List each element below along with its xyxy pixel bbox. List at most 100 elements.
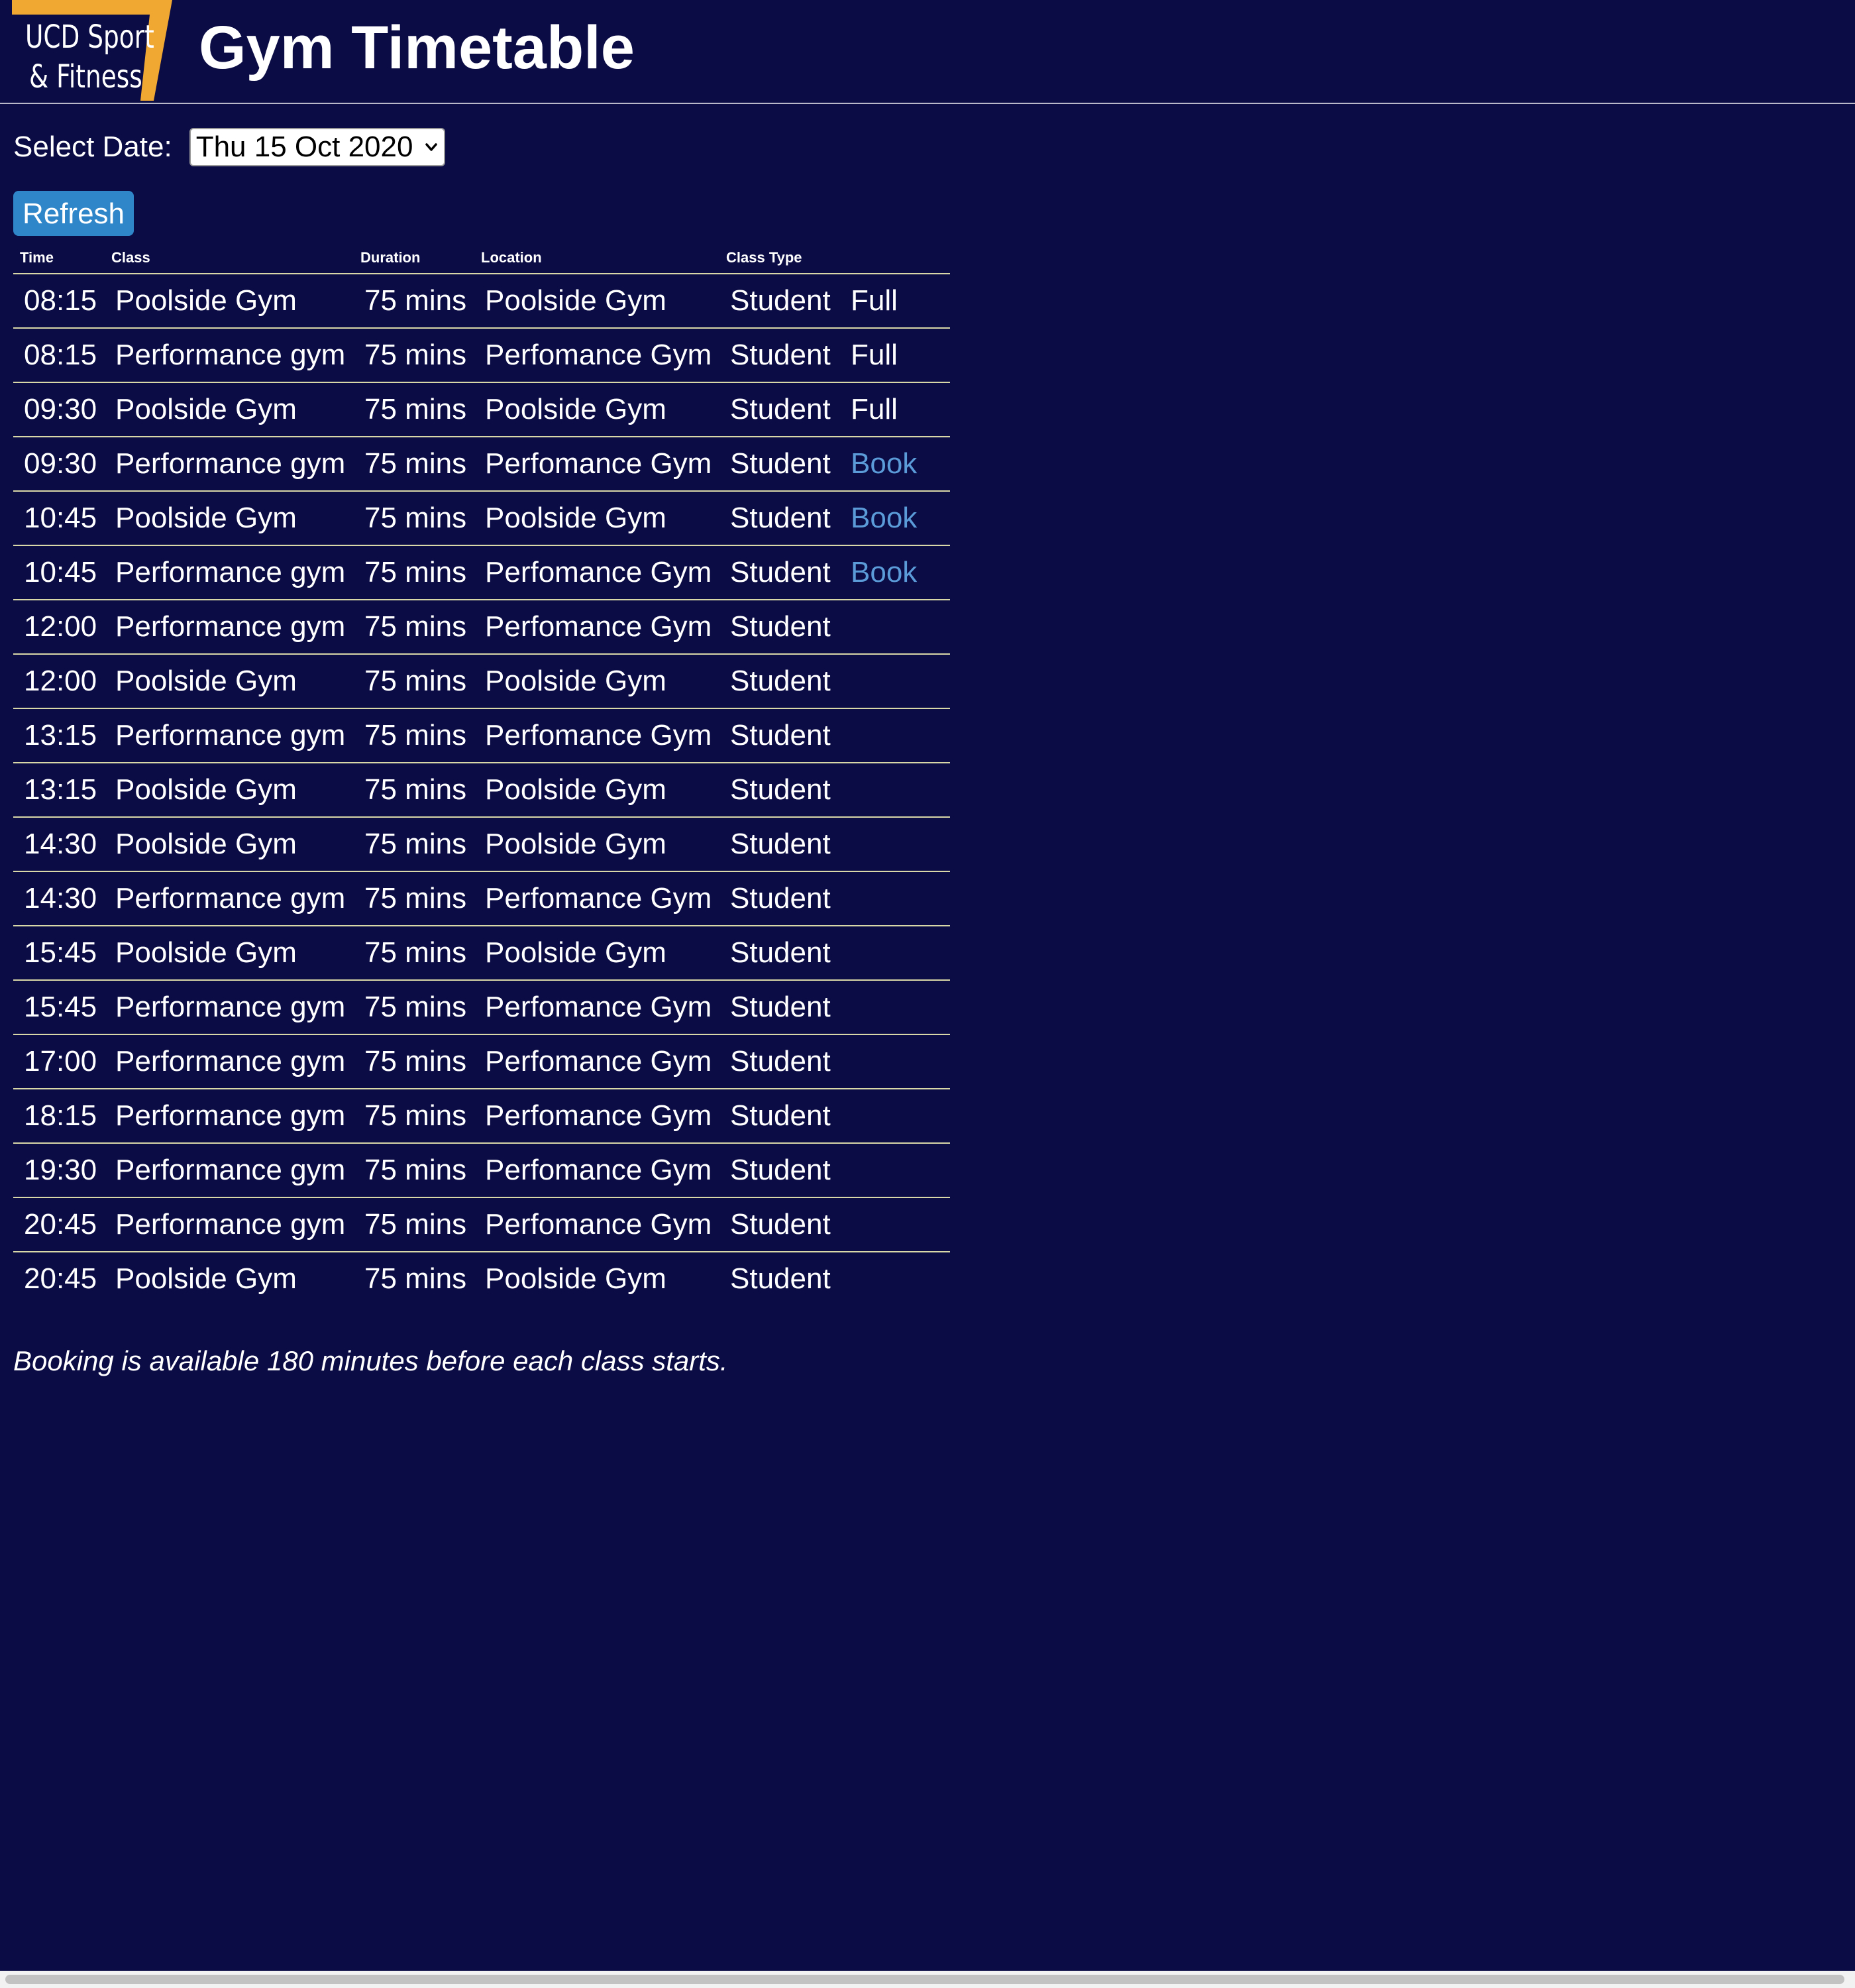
cell-class: Performance gym (105, 1034, 354, 1089)
cell-class-type: Student (719, 1089, 840, 1144)
table-row: 15:45 Poolside Gym 75 mins Poolside Gym Stud… (13, 926, 950, 981)
cell-time: 17:00 (13, 1034, 105, 1089)
cell-location: Poolside Gym (485, 1262, 666, 1295)
cell-time: 09:30 (13, 437, 105, 492)
cell-duration: 75 mins (354, 437, 474, 492)
date-filter: Select Date: Thu 15 Oct 2020 (13, 127, 445, 167)
cell-class: Performance gym (105, 1143, 354, 1198)
cell-duration: 75 mins (354, 763, 474, 818)
ucd-sport-logo[interactable]: UCD Sport & Fitness (12, 0, 172, 101)
cell-duration: 75 mins (354, 600, 474, 655)
cell-location: Perfomance Gym (474, 1143, 719, 1198)
book-link[interactable]: Book (851, 447, 917, 480)
cell-location: Poolside Gym (474, 274, 719, 329)
cell-location: Poolside Gym (474, 491, 719, 546)
cell-class: Poolside Gym (105, 763, 354, 818)
cell-class: Performance gym (105, 328, 354, 383)
cell-status: Book (840, 437, 950, 492)
cell-class: Performance gym (105, 871, 354, 926)
table-row: 12:00 Poolside Gym 75 mins Poolside Gym Stud… (13, 654, 950, 709)
cell-duration: 75 mins (354, 817, 474, 872)
column-header-class: Class (105, 243, 354, 274)
cell-class: Poolside Gym (115, 1262, 297, 1295)
cell-location: Poolside Gym (474, 654, 719, 709)
cell-class-type: Student (719, 763, 840, 818)
date-select[interactable]: Thu 15 Oct 2020 (189, 128, 445, 166)
horizontal-scrollbar[interactable] (0, 1971, 1855, 1988)
table-row: 17:00 Performance gym 75 mins Perfomance Gy… (13, 1034, 950, 1089)
cell-status (840, 817, 950, 872)
cell-location: Perfomance Gym (474, 600, 719, 655)
cell-class: Performance gym (105, 708, 354, 763)
cell-time: 09:30 (13, 382, 105, 437)
cell-duration: 75 mins (354, 708, 474, 763)
cell-class-type: Student (719, 980, 840, 1035)
logo-text-line1: UCD Sport (25, 19, 154, 56)
cell-time: 12:00 (13, 600, 105, 655)
refresh-button[interactable]: Refresh (13, 191, 134, 236)
cell-time: 14:30 (13, 817, 105, 872)
table-row: 19:30 Performance gym 75 mins Perfomance Gy… (13, 1143, 950, 1198)
cell-location: Poolside Gym (474, 763, 719, 818)
cell-status (840, 1089, 950, 1144)
cell-status (840, 1197, 950, 1252)
cell-class-type: Student (719, 1143, 840, 1198)
cell-status (840, 871, 950, 926)
table-row: 08:15 Performance gym 75 mins Perfomance Gy… (13, 328, 950, 383)
book-link[interactable]: Book (851, 502, 917, 534)
page-title: Gym Timetable (199, 14, 635, 82)
cell-class: Performance gym (105, 437, 354, 492)
cell-class-type: Student (719, 1197, 840, 1252)
cell-time: 08:15 (13, 328, 105, 383)
table-row: 18:15 Performance gym 75 mins Perfomance Gy… (13, 1089, 950, 1144)
cell-duration: 75 mins (354, 871, 474, 926)
table-body: 08:15 Poolside Gym 75 mins Poolside Gym Stud… (13, 274, 950, 1305)
cell-class: Performance gym (105, 545, 354, 600)
cell-status (840, 600, 950, 655)
cell-duration: 75 mins (354, 980, 474, 1035)
cell-duration: 75 mins (354, 654, 474, 709)
cell-time: 18:15 (13, 1089, 105, 1144)
cell-status: Book (840, 545, 950, 600)
cell-class-type: Student (719, 817, 840, 872)
book-link[interactable]: Book (851, 556, 917, 588)
cell-location: Perfomance Gym (474, 1034, 719, 1089)
cell-status (840, 1252, 950, 1305)
cell-class-type: Student (719, 600, 840, 655)
column-header-location: Location (474, 243, 719, 274)
cell-time: 10:45 (13, 491, 105, 546)
cell-status (840, 654, 950, 709)
column-header-time: Time (13, 243, 105, 274)
cell-duration: 75 mins (354, 926, 474, 981)
date-select-value: Thu 15 Oct 2020 (195, 131, 413, 163)
table-row: 09:30 Poolside Gym 75 mins Poolside Gym Stud… (13, 382, 950, 437)
cell-status: Full (840, 328, 950, 383)
cell-status: Book (840, 491, 950, 546)
cell-location: Perfomance Gym (474, 1089, 719, 1144)
date-label: Select Date: (13, 131, 172, 163)
table-row: 08:15 Poolside Gym 75 mins Poolside Gym Stud… (13, 274, 950, 329)
cell-class: Poolside Gym (105, 491, 354, 546)
cell-status (840, 763, 950, 818)
cell-class-type: Student (719, 871, 840, 926)
cell-class-type: Student (719, 708, 840, 763)
cell-location: Perfomance Gym (474, 871, 719, 926)
cell-time: 15:45 (13, 980, 105, 1035)
cell-time: 13:15 (13, 763, 105, 818)
cell-class: Poolside Gym (105, 926, 354, 981)
cell-class-type: Student (719, 328, 840, 383)
cell-status: Full (840, 382, 950, 437)
cell-time: 08:15 (13, 274, 105, 329)
table-row: 12:00 Performance gym 75 mins Perfomance Gy… (13, 600, 950, 655)
cell-status (840, 980, 950, 1035)
scrollbar-thumb[interactable] (5, 1975, 1844, 1984)
cell-duration: 75 mins (354, 491, 474, 546)
table-row: 13:15 Performance gym 75 mins Perfomance Gy… (13, 708, 950, 763)
cell-time: 10:45 (13, 545, 105, 600)
cell-duration: 75 mins (364, 1262, 467, 1295)
table-header-row: Time Class Duration Location Class Type (13, 243, 950, 274)
cell-duration: 75 mins (354, 545, 474, 600)
cell-location: Perfomance Gym (474, 1197, 719, 1252)
cell-duration: 75 mins (354, 1089, 474, 1144)
cell-location: Poolside Gym (474, 382, 719, 437)
